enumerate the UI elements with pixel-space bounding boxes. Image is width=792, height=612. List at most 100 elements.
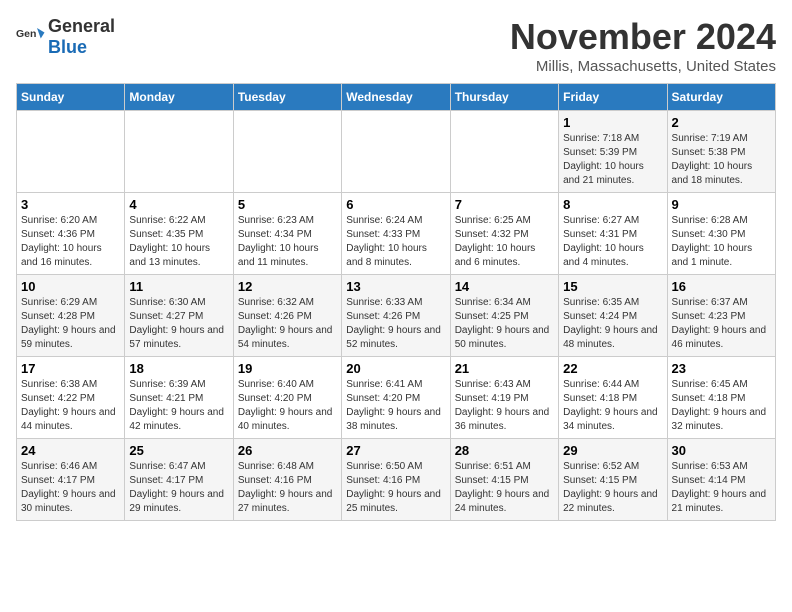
day-number: 27 [346, 443, 445, 458]
day-cell: 12Sunrise: 6:32 AM Sunset: 4:26 PM Dayli… [233, 275, 341, 357]
page-header: Gen General Blue November 2024 Millis, M… [16, 16, 776, 75]
day-number: 24 [21, 443, 120, 458]
day-number: 13 [346, 279, 445, 294]
day-info: Sunrise: 6:23 AM Sunset: 4:34 PM Dayligh… [238, 214, 337, 270]
day-info: Sunrise: 6:41 AM Sunset: 4:20 PM Dayligh… [346, 378, 445, 434]
day-cell: 23Sunrise: 6:45 AM Sunset: 4:18 PM Dayli… [667, 357, 775, 439]
svg-text:Gen: Gen [16, 28, 36, 40]
day-number: 6 [346, 197, 445, 212]
day-number: 4 [129, 197, 228, 212]
day-cell: 22 Sunrise: 6:44 AM Sunset: 4:18 PM Dayli… [559, 357, 667, 439]
day-cell: 19Sunrise: 6:40 AM Sunset: 4:20 PM Dayli… [233, 357, 341, 439]
column-header-saturday: Saturday [667, 84, 775, 111]
day-cell: 8Sunrise: 6:27 AM Sunset: 4:31 PM Daylig… [559, 193, 667, 275]
week-row-1: 1 Sunrise: 7:18 AM Sunset: 5:39 PM Daylig… [17, 111, 776, 193]
day-cell: 30 Sunrise: 6:53 AM Sunset: 4:14 PM Dayli… [667, 439, 775, 521]
week-row-2: 3 Sunrise: 6:20 AM Sunset: 4:36 PM Daylig… [17, 193, 776, 275]
day-cell [342, 111, 450, 193]
day-info: Sunrise: 6:38 AM Sunset: 4:22 PM Dayligh… [21, 378, 120, 434]
column-header-friday: Friday [559, 84, 667, 111]
day-info: Sunrise: 6:43 AM Sunset: 4:19 PM Dayligh… [455, 378, 554, 434]
day-info: Sunrise: 6:29 AM Sunset: 4:28 PM Dayligh… [21, 296, 120, 352]
day-number: 16 [672, 279, 771, 294]
day-info: Sunrise: 6:47 AM Sunset: 4:17 PM Dayligh… [129, 460, 228, 516]
title-block: November 2024 Millis, Massachusetts, Uni… [510, 16, 776, 75]
day-cell: 15 Sunrise: 6:35 AM Sunset: 4:24 PM Dayli… [559, 275, 667, 357]
week-row-4: 17 Sunrise: 6:38 AM Sunset: 4:22 PM Dayli… [17, 357, 776, 439]
day-cell: 3 Sunrise: 6:20 AM Sunset: 4:36 PM Daylig… [17, 193, 125, 275]
calendar-body: 1 Sunrise: 7:18 AM Sunset: 5:39 PM Daylig… [17, 111, 776, 521]
logo-blue-text: Blue [48, 37, 87, 57]
day-info: Sunrise: 7:18 AM Sunset: 5:39 PM Dayligh… [563, 132, 662, 188]
week-row-5: 24Sunrise: 6:46 AM Sunset: 4:17 PM Dayli… [17, 439, 776, 521]
day-info: Sunrise: 6:35 AM Sunset: 4:24 PM Dayligh… [563, 296, 662, 352]
logo: Gen General Blue [16, 16, 115, 58]
day-number: 30 [672, 443, 771, 458]
day-info: Sunrise: 6:53 AM Sunset: 4:14 PM Dayligh… [672, 460, 771, 516]
day-number: 15 [563, 279, 662, 294]
day-info: Sunrise: 7:19 AM Sunset: 5:38 PM Dayligh… [672, 132, 771, 188]
day-cell: 20 Sunrise: 6:41 AM Sunset: 4:20 PM Dayli… [342, 357, 450, 439]
day-number: 29 [563, 443, 662, 458]
week-row-3: 10 Sunrise: 6:29 AM Sunset: 4:28 PM Dayli… [17, 275, 776, 357]
day-info: Sunrise: 6:34 AM Sunset: 4:25 PM Dayligh… [455, 296, 554, 352]
column-header-sunday: Sunday [17, 84, 125, 111]
month-title: November 2024 [510, 16, 776, 58]
column-header-tuesday: Tuesday [233, 84, 341, 111]
day-info: Sunrise: 6:32 AM Sunset: 4:26 PM Dayligh… [238, 296, 337, 352]
day-number: 21 [455, 361, 554, 376]
day-cell: 9 Sunrise: 6:28 AM Sunset: 4:30 PM Daylig… [667, 193, 775, 275]
day-info: Sunrise: 6:33 AM Sunset: 4:26 PM Dayligh… [346, 296, 445, 352]
day-number: 19 [238, 361, 337, 376]
location-text: Millis, Massachusetts, United States [510, 58, 776, 75]
day-number: 8 [563, 197, 662, 212]
day-info: Sunrise: 6:52 AM Sunset: 4:15 PM Dayligh… [563, 460, 662, 516]
header-row: SundayMondayTuesdayWednesdayThursdayFrid… [17, 84, 776, 111]
day-info: Sunrise: 6:25 AM Sunset: 4:32 PM Dayligh… [455, 214, 554, 270]
logo-icon: Gen [16, 22, 46, 52]
day-cell: 5 Sunrise: 6:23 AM Sunset: 4:34 PM Daylig… [233, 193, 341, 275]
day-number: 9 [672, 197, 771, 212]
day-info: Sunrise: 6:39 AM Sunset: 4:21 PM Dayligh… [129, 378, 228, 434]
calendar-header: SundayMondayTuesdayWednesdayThursdayFrid… [17, 84, 776, 111]
day-number: 14 [455, 279, 554, 294]
day-info: Sunrise: 6:44 AM Sunset: 4:18 PM Dayligh… [563, 378, 662, 434]
day-cell: 18 Sunrise: 6:39 AM Sunset: 4:21 PM Dayli… [125, 357, 233, 439]
day-cell: 4Sunrise: 6:22 AM Sunset: 4:35 PM Daylig… [125, 193, 233, 275]
day-cell: 24Sunrise: 6:46 AM Sunset: 4:17 PM Dayli… [17, 439, 125, 521]
day-number: 1 [563, 115, 662, 130]
day-number: 7 [455, 197, 554, 212]
day-number: 5 [238, 197, 337, 212]
day-number: 20 [346, 361, 445, 376]
day-number: 22 [563, 361, 662, 376]
day-info: Sunrise: 6:20 AM Sunset: 4:36 PM Dayligh… [21, 214, 120, 270]
day-number: 2 [672, 115, 771, 130]
day-cell: 10 Sunrise: 6:29 AM Sunset: 4:28 PM Dayli… [17, 275, 125, 357]
logo-general-text: General [48, 16, 115, 36]
day-info: Sunrise: 6:48 AM Sunset: 4:16 PM Dayligh… [238, 460, 337, 516]
day-number: 18 [129, 361, 228, 376]
day-number: 11 [129, 279, 228, 294]
day-info: Sunrise: 6:30 AM Sunset: 4:27 PM Dayligh… [129, 296, 228, 352]
day-cell: 11 Sunrise: 6:30 AM Sunset: 4:27 PM Dayli… [125, 275, 233, 357]
day-cell [17, 111, 125, 193]
day-cell [233, 111, 341, 193]
day-cell: 14 Sunrise: 6:34 AM Sunset: 4:25 PM Dayli… [450, 275, 558, 357]
day-info: Sunrise: 6:50 AM Sunset: 4:16 PM Dayligh… [346, 460, 445, 516]
column-header-monday: Monday [125, 84, 233, 111]
day-cell: 17 Sunrise: 6:38 AM Sunset: 4:22 PM Dayli… [17, 357, 125, 439]
column-header-wednesday: Wednesday [342, 84, 450, 111]
day-number: 28 [455, 443, 554, 458]
day-cell: 21 Sunrise: 6:43 AM Sunset: 4:19 PM Dayli… [450, 357, 558, 439]
day-number: 3 [21, 197, 120, 212]
day-info: Sunrise: 6:24 AM Sunset: 4:33 PM Dayligh… [346, 214, 445, 270]
column-header-thursday: Thursday [450, 84, 558, 111]
day-cell: 26 Sunrise: 6:48 AM Sunset: 4:16 PM Dayli… [233, 439, 341, 521]
day-number: 10 [21, 279, 120, 294]
day-cell: 27 Sunrise: 6:50 AM Sunset: 4:16 PM Dayli… [342, 439, 450, 521]
day-info: Sunrise: 6:51 AM Sunset: 4:15 PM Dayligh… [455, 460, 554, 516]
day-cell: 6 Sunrise: 6:24 AM Sunset: 4:33 PM Daylig… [342, 193, 450, 275]
day-info: Sunrise: 6:28 AM Sunset: 4:30 PM Dayligh… [672, 214, 771, 270]
day-number: 17 [21, 361, 120, 376]
day-number: 26 [238, 443, 337, 458]
